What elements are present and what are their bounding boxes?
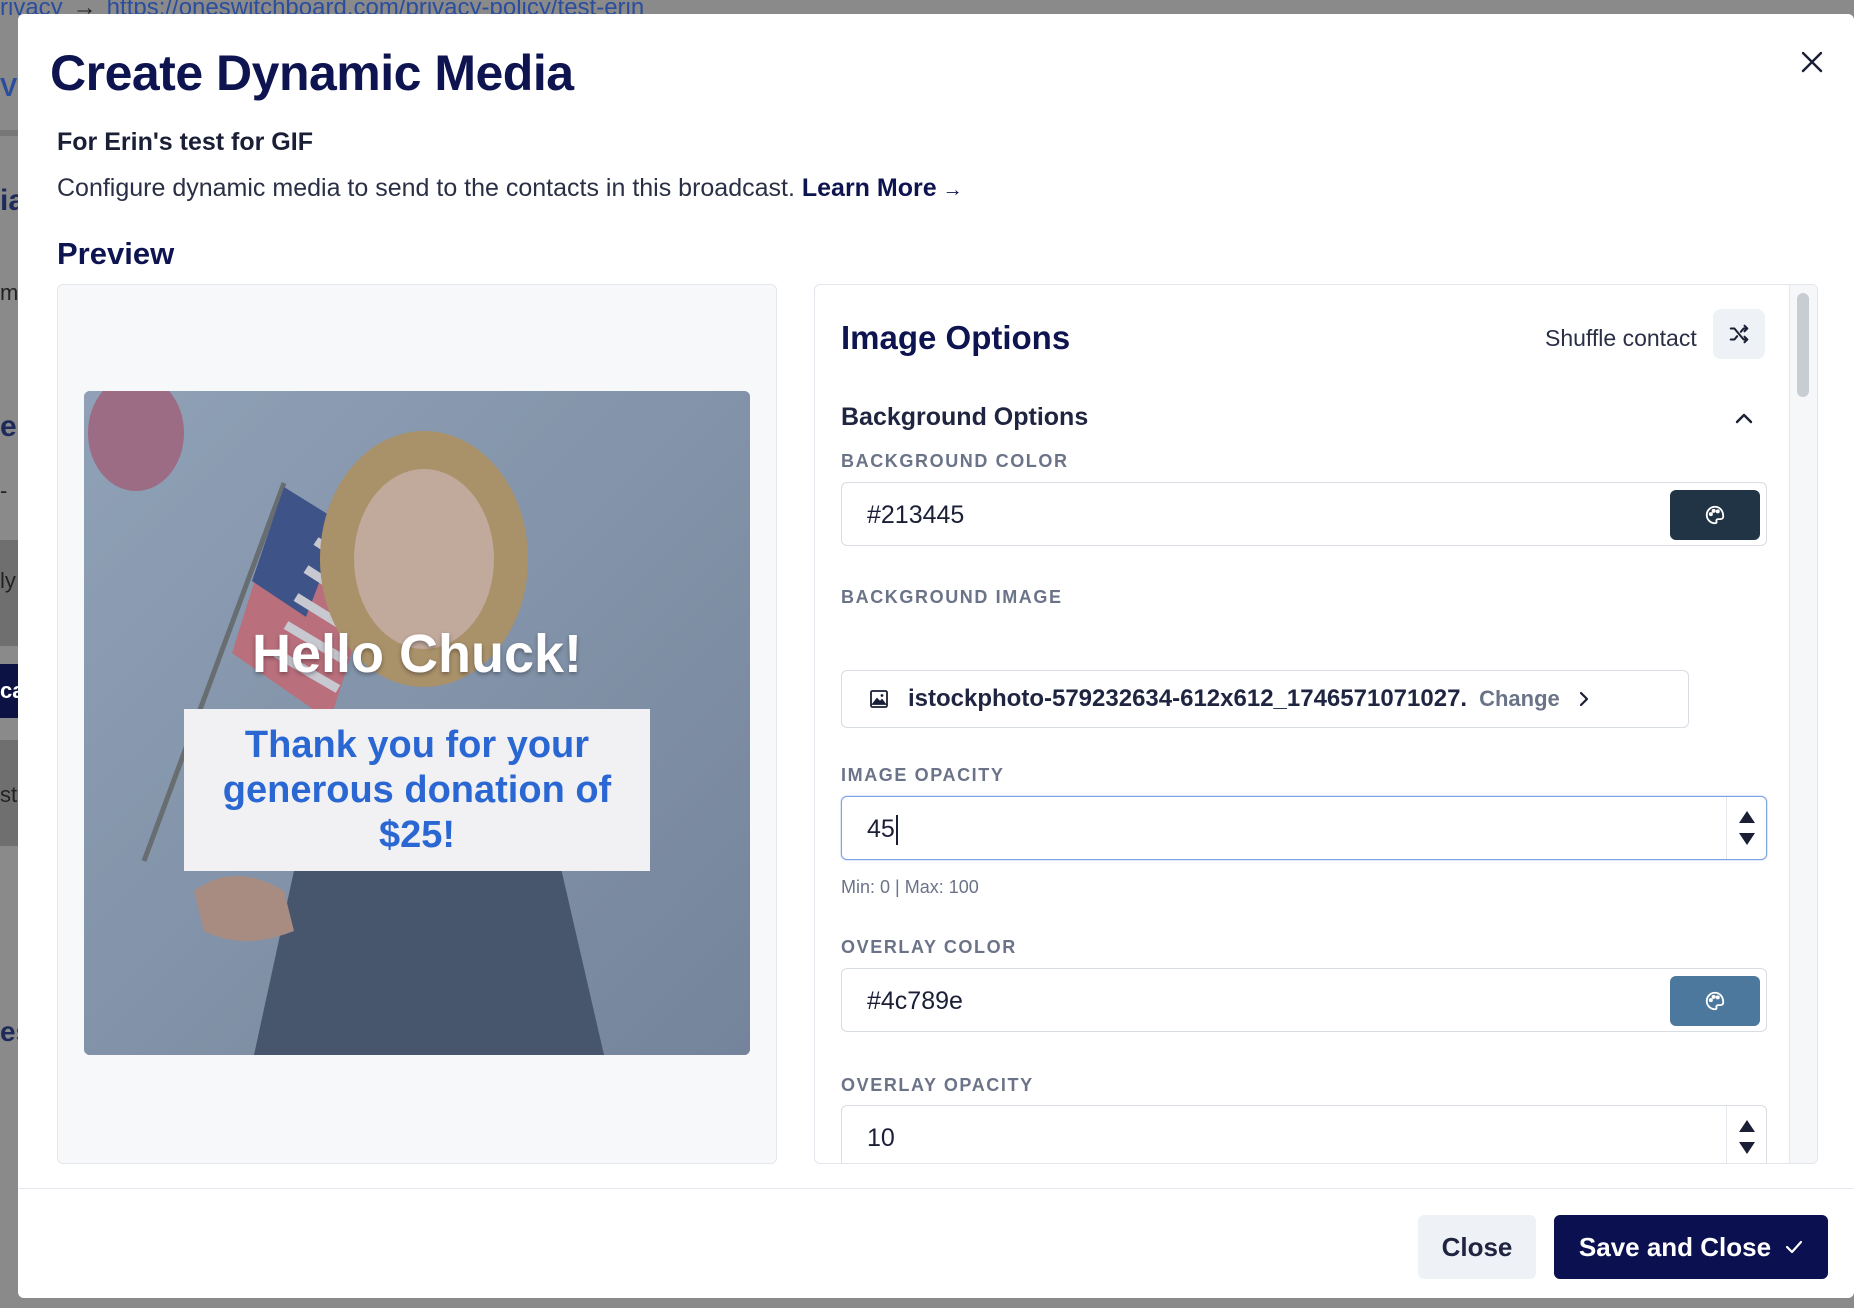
backdrop-fragment: ly: [0, 568, 16, 593]
backdrop-divider: [0, 130, 18, 136]
preview-message: Thank you for your generous donation of …: [222, 723, 612, 856]
shuffle-icon: [1729, 324, 1749, 344]
background-options-header[interactable]: Background Options: [841, 403, 1088, 432]
palette-icon: [1705, 505, 1725, 525]
chevron-up-icon: [1735, 413, 1753, 424]
image-opacity-input[interactable]: 45: [867, 815, 1467, 846]
preview-message-box: Thank you for your generous donation of …: [184, 709, 650, 871]
decrement-arrow-icon[interactable]: [1738, 833, 1755, 845]
learn-more-link[interactable]: Learn More →: [802, 174, 963, 202]
background-image-filename: istockphoto-579232634-612x612_1746571071…: [908, 685, 1468, 712]
preview-panel: Hello Chuck! Thank you for your generous…: [57, 284, 777, 1164]
description-text: Configure dynamic media to send to the c…: [57, 174, 795, 202]
overlay-color-field[interactable]: [841, 968, 1767, 1032]
create-dynamic-media-modal: Create Dynamic Media For Erin's test for…: [18, 14, 1854, 1298]
image-opacity-label: IMAGE OPACITY: [841, 765, 1005, 785]
overlay-color-input[interactable]: [867, 987, 1467, 1016]
background-color-input[interactable]: [867, 501, 1467, 530]
background-image-label: BACKGROUND IMAGE: [841, 587, 1063, 607]
modal-footer: Close Save and Close: [18, 1188, 1854, 1298]
close-button[interactable]: Close: [1418, 1215, 1536, 1279]
change-image-link[interactable]: Change: [1479, 686, 1560, 712]
modal-description: Configure dynamic media to send to the c…: [57, 174, 963, 203]
palette-icon: [1705, 991, 1725, 1011]
decrement-arrow-icon[interactable]: [1738, 1142, 1755, 1154]
options-scrollbar[interactable]: [1789, 285, 1817, 1163]
overlay-opacity-label: OVERLAY OPACITY: [841, 1075, 1034, 1095]
overlay-opacity-field[interactable]: [841, 1105, 1767, 1163]
shuffle-contact-button[interactable]: [1713, 309, 1765, 359]
text-cursor: [895, 815, 898, 846]
background-color-field[interactable]: [841, 482, 1767, 546]
close-icon: [1801, 51, 1823, 73]
learn-more-label: Learn More: [801, 174, 937, 202]
image-opacity-value: 45: [867, 815, 895, 843]
check-icon: [1785, 1240, 1803, 1254]
preview-greeting: Hello Chuck!: [251, 624, 583, 684]
save-and-close-button[interactable]: Save and Close: [1554, 1215, 1828, 1279]
image-opacity-hint: Min: 0 | Max: 100: [841, 877, 979, 897]
image-opacity-stepper[interactable]: [1726, 797, 1766, 859]
shuffle-contact-label: Shuffle contact: [1545, 325, 1697, 351]
backdrop-fragment: st: [0, 782, 18, 807]
overlay-opacity-input[interactable]: [867, 1124, 1467, 1153]
increment-arrow-icon[interactable]: [1738, 811, 1755, 823]
options-scrollbar-thumb[interactable]: [1797, 293, 1809, 397]
image-options-panel: Image Options Shuffle contact Background…: [814, 284, 1818, 1164]
background-color-label: BACKGROUND COLOR: [841, 451, 1069, 471]
dynamic-media-preview-image: Hello Chuck! Thank you for your generous…: [84, 391, 750, 1055]
save-and-close-label: Save and Close: [1578, 1231, 1772, 1262]
image-icon: [868, 688, 890, 710]
background-color-picker-button[interactable]: [1670, 490, 1760, 540]
collapse-section-button[interactable]: [1729, 403, 1759, 433]
modal-close-button[interactable]: [1792, 42, 1832, 82]
broadcast-name: For Erin's test for GIF: [57, 128, 313, 156]
image-options-title: Image Options: [841, 319, 1071, 356]
backdrop-fragment: -: [0, 478, 8, 503]
chevron-right-icon[interactable]: [1578, 691, 1590, 707]
overlay-color-label: OVERLAY COLOR: [841, 937, 1017, 957]
overlay-color-picker-button[interactable]: [1670, 976, 1760, 1026]
modal-title: Create Dynamic Media: [50, 45, 574, 101]
arrow-right-icon: →: [942, 179, 963, 201]
background-image-selector[interactable]: istockphoto-579232634-612x612_1746571071…: [841, 670, 1689, 728]
preview-heading: Preview: [57, 236, 175, 271]
increment-arrow-icon[interactable]: [1738, 1120, 1755, 1132]
overlay-opacity-stepper[interactable]: [1726, 1106, 1766, 1163]
image-opacity-field[interactable]: 45: [841, 796, 1767, 860]
